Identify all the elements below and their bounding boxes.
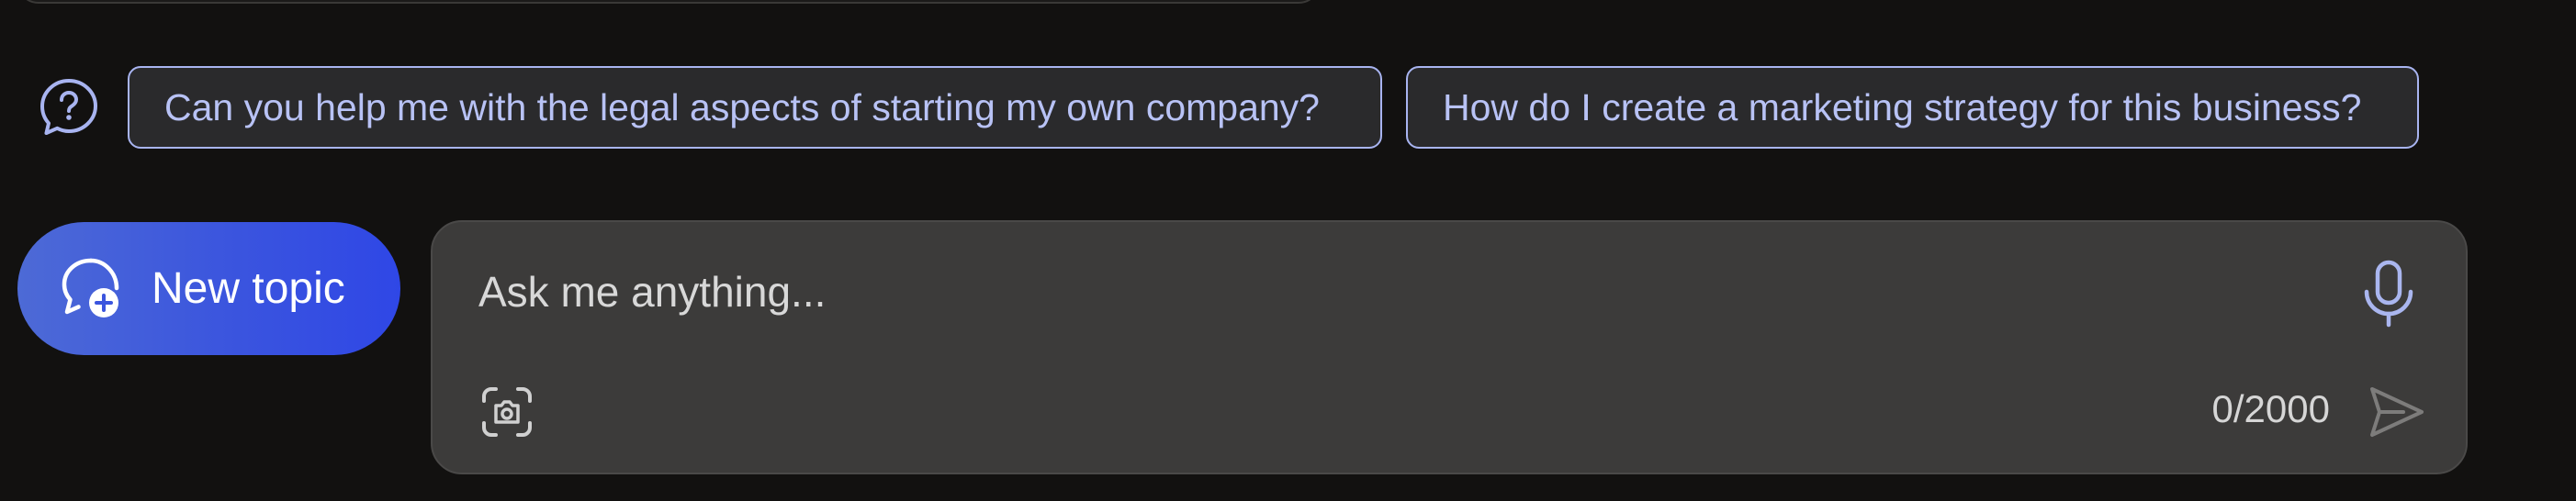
message-composer: 0/2000: [431, 220, 2468, 474]
suggestion-chip[interactable]: How do I create a marketing strategy for…: [1406, 66, 2419, 149]
message-input[interactable]: [477, 259, 2317, 325]
suggestion-chip-label: How do I create a marketing strategy for…: [1443, 86, 2362, 128]
image-scan-icon[interactable]: [480, 385, 534, 439]
suggestion-chip[interactable]: Can you help me with the legal aspects o…: [128, 66, 1382, 149]
copilot-composer-area: Can you help me with the legal aspects o…: [0, 0, 2576, 501]
previous-message-container: [17, 0, 1321, 4]
chat-add-icon: [54, 251, 129, 327]
character-count: 0/2000: [2211, 387, 2330, 430]
question-bubble-icon[interactable]: [37, 75, 101, 139]
suggestion-chip-label: Can you help me with the legal aspects o…: [164, 86, 1320, 128]
new-topic-label: New topic: [152, 264, 345, 313]
send-icon[interactable]: [2367, 382, 2427, 442]
microphone-icon[interactable]: [2359, 259, 2418, 328]
new-topic-button[interactable]: New topic: [17, 222, 400, 355]
